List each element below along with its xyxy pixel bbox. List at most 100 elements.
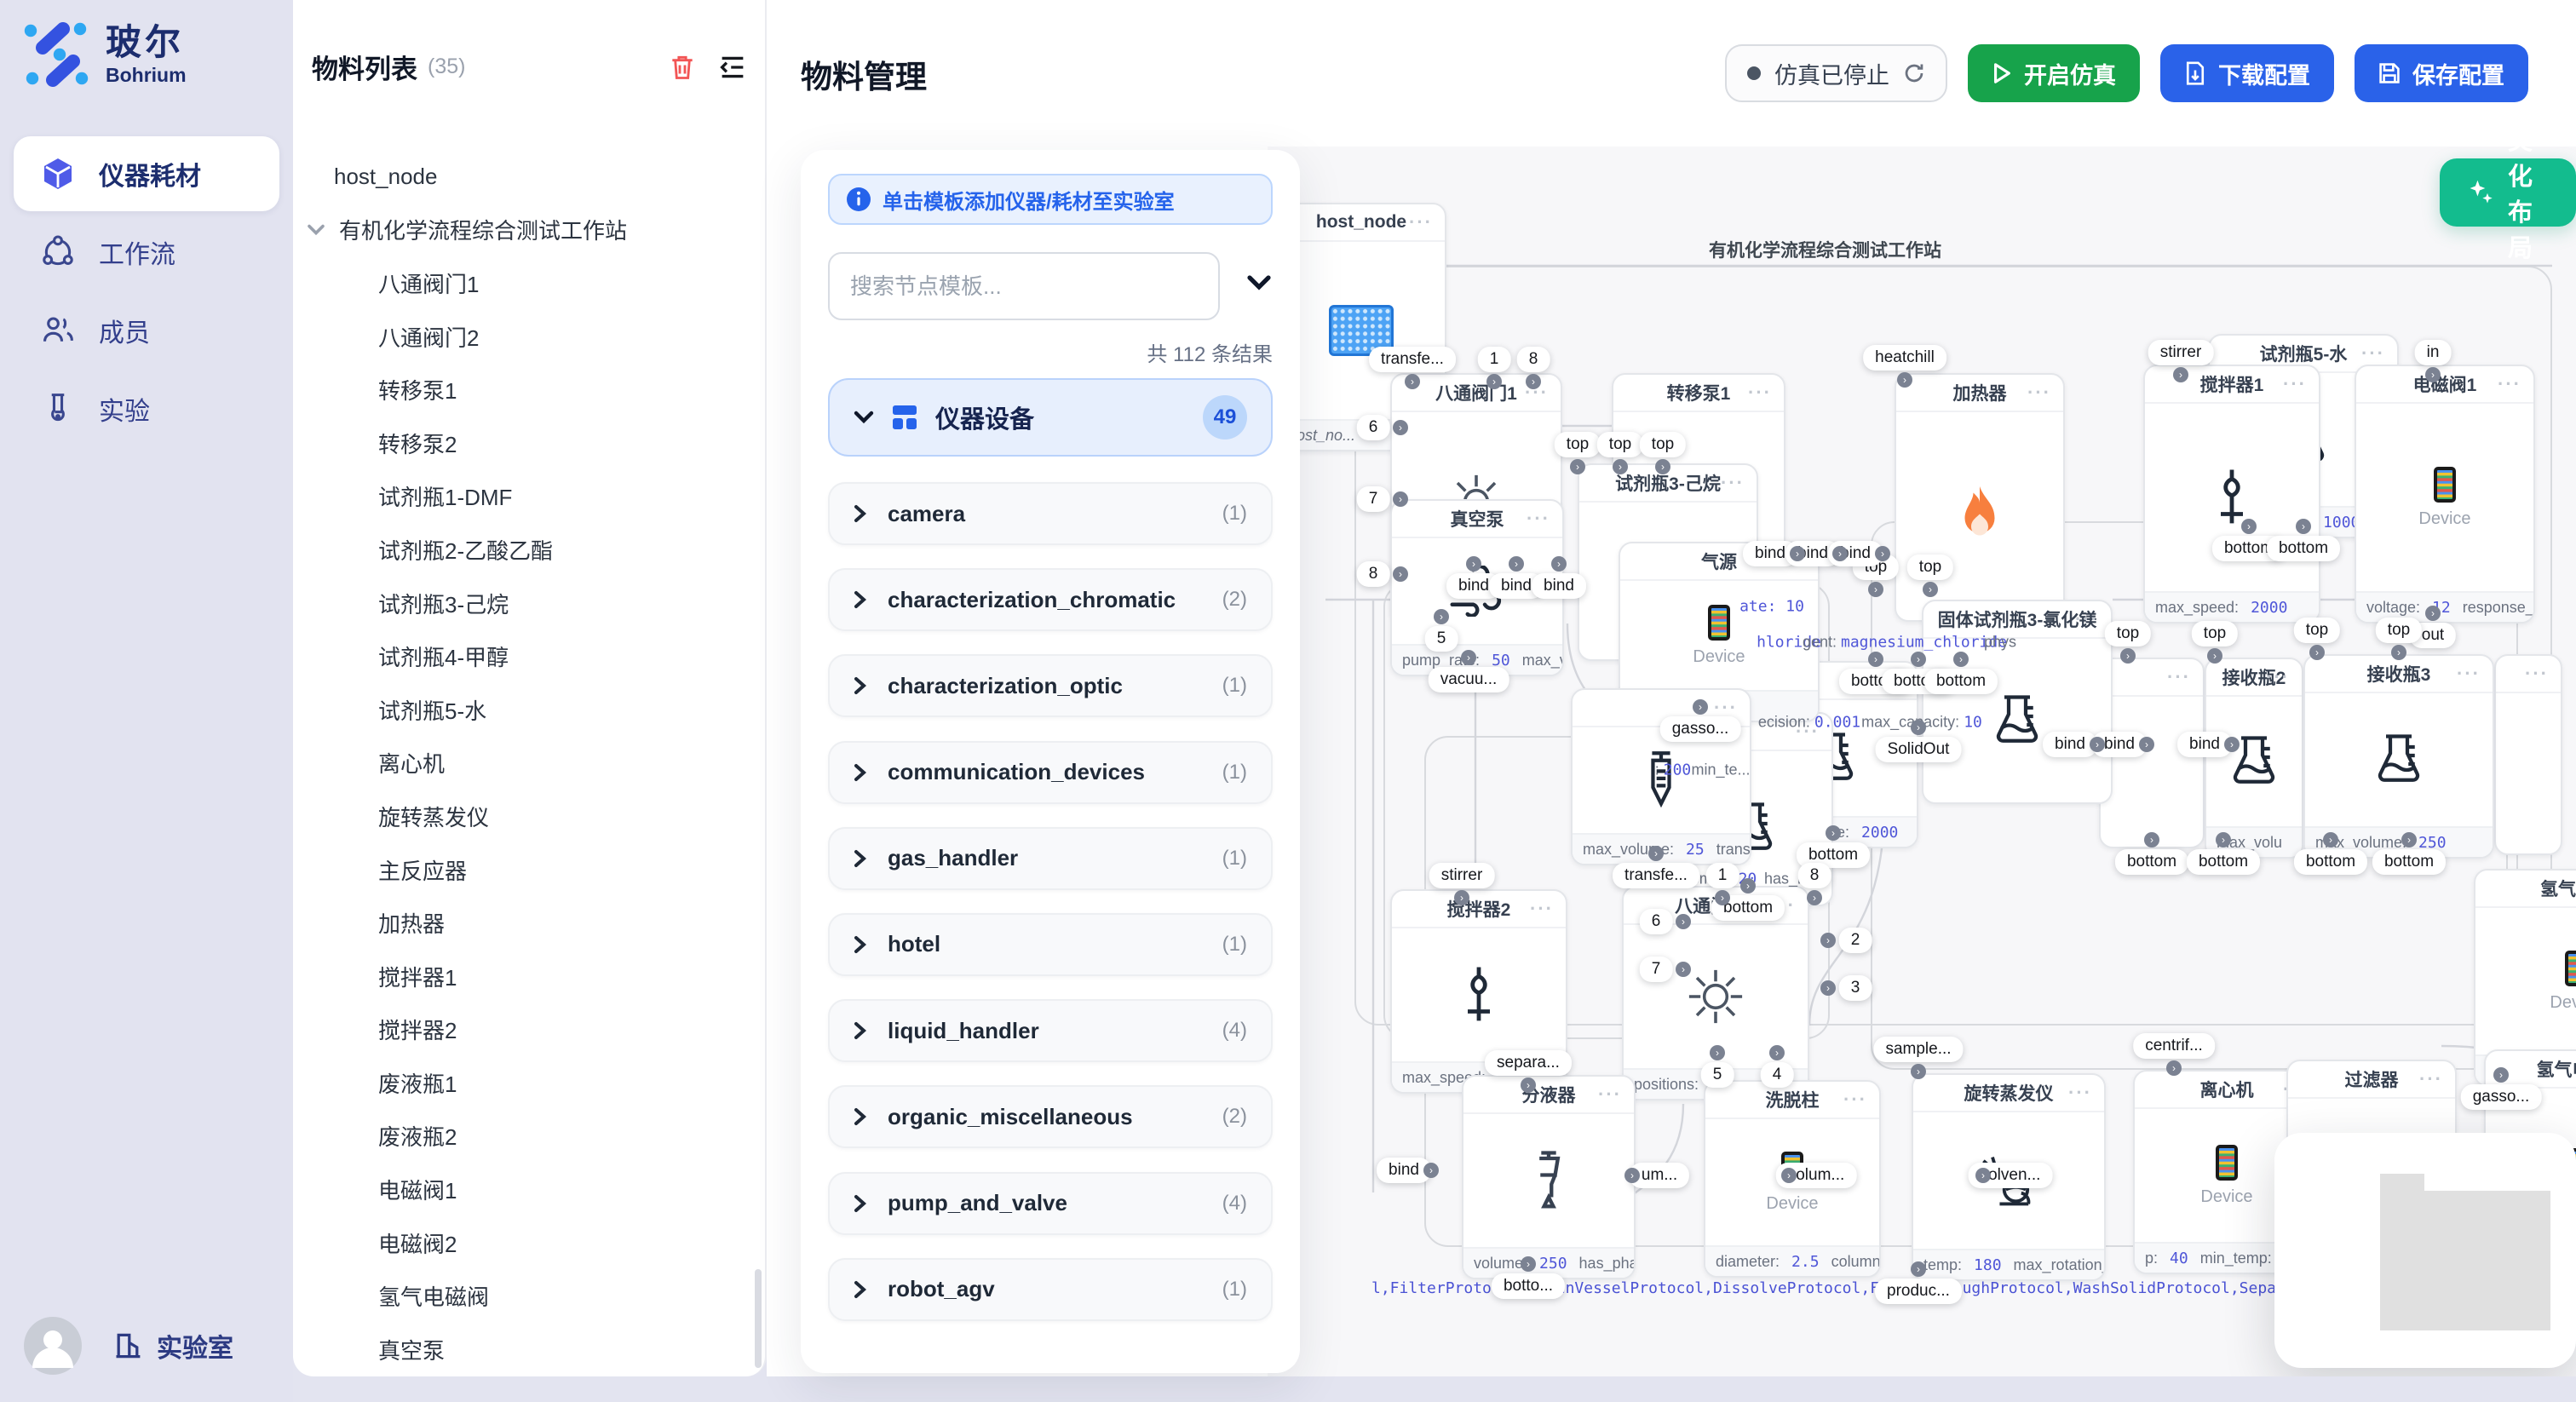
category-item-robot_agv[interactable]: robot_agv(1) [828, 1258, 1273, 1321]
port-dot-icon[interactable]: › [1710, 1045, 1725, 1060]
port-dot-icon[interactable]: › [2493, 1067, 2509, 1083]
port-dot-icon[interactable]: › [1466, 556, 1481, 572]
sidebar-item-instruments[interactable]: 仪器耗材 [14, 136, 279, 211]
port-dot-icon[interactable]: › [1434, 609, 1449, 624]
port-pill-bottom[interactable]: bottom [2187, 849, 2260, 875]
node-menu-icon[interactable]: ··· [2283, 373, 2307, 395]
port-dot-icon[interactable]: › [2224, 737, 2240, 752]
canvas-node-solid-reagent-bottle-3[interactable]: 固体试剂瓶3-氯化镁··· [1922, 600, 2113, 804]
port-pill-stirrer[interactable]: stirrer [1429, 863, 1495, 888]
port-dot-icon[interactable]: › [1521, 1256, 1536, 1272]
port-dot-icon[interactable]: › [1875, 546, 1890, 561]
tree-item[interactable]: 搅拌器1 [293, 950, 755, 1003]
canvas-node-solenoid-valve-1[interactable]: 电磁阀1···Devicevoltage:12response_time:0.1 [2355, 365, 2535, 623]
tree-item[interactable]: 搅拌器2 [293, 1003, 755, 1057]
port-pill-1[interactable]: 1 [1706, 863, 1739, 888]
port-dot-icon[interactable]: › [1953, 652, 1969, 667]
port-pill-8[interactable]: 8 [1798, 863, 1831, 888]
port-pill-8[interactable]: 8 [1517, 347, 1550, 372]
tree-item[interactable]: 加热器 [293, 896, 755, 950]
port-dot-icon[interactable]: › [1461, 650, 1476, 665]
beautify-layout-button[interactable]: 美化布局 [2440, 158, 2576, 227]
port-dot-icon[interactable]: › [1832, 546, 1848, 561]
category-header-instruments[interactable]: 仪器设备 49 [828, 378, 1273, 457]
port-dot-icon[interactable]: › [1923, 582, 1938, 597]
port-pill-top[interactable]: top [1555, 432, 1601, 457]
tree-item[interactable]: 电磁阀1 [293, 1163, 755, 1216]
port-pill-centrif[interactable]: centrif... [2133, 1033, 2215, 1059]
tree-item[interactable]: 主反应器 [293, 843, 755, 897]
sidebar-item-experiments[interactable]: 实验 [14, 371, 279, 446]
node-canvas[interactable]: 有机化学流程综合测试工作站······试剂瓶5-水···max_volume:1… [1268, 147, 2576, 1376]
tree-item[interactable]: 废液瓶1 [293, 1056, 755, 1110]
port-pill-7[interactable]: 7 [1640, 957, 1673, 982]
tree-item[interactable]: host_node [293, 150, 755, 204]
port-pill-separa[interactable]: separa... [1485, 1050, 1572, 1076]
collapse-chevron-icon[interactable] [1245, 273, 1273, 293]
port-dot-icon[interactable]: › [1820, 980, 1836, 996]
start-simulation-button[interactable]: 开启仿真 [1968, 44, 2140, 102]
port-dot-icon[interactable]: › [2391, 645, 2406, 660]
port-pill-stirrer[interactable]: stirrer [2148, 340, 2214, 365]
node-menu-icon[interactable]: ··· [1530, 898, 1554, 920]
tree-chevron-icon[interactable] [307, 223, 325, 237]
port-pill-6[interactable]: 6 [1640, 909, 1673, 934]
materials-scrollbar[interactable] [755, 1269, 762, 1368]
port-pill-transfe[interactable]: transfe... [1613, 863, 1699, 888]
port-dot-icon[interactable]: › [2401, 832, 2417, 848]
node-menu-icon[interactable]: ··· [1409, 211, 1433, 233]
port-pill-SolidOut[interactable]: SolidOut [1876, 737, 1962, 762]
port-pill-top[interactable]: top [2376, 618, 2422, 643]
tree-item[interactable]: 试剂瓶3-己烷 [293, 577, 755, 630]
port-dot-icon[interactable]: › [1405, 374, 1420, 389]
port-dot-icon[interactable]: › [2173, 367, 2188, 382]
tree-item[interactable]: 转移泵2 [293, 417, 755, 470]
tree-item[interactable]: 氢气电磁阀 [293, 1269, 755, 1323]
port-dot-icon[interactable]: › [1393, 566, 1408, 582]
port-pill-2[interactable]: 2 [1839, 928, 1872, 953]
port-pill-bottom[interactable]: bottom [2372, 849, 2446, 875]
node-menu-icon[interactable]: ··· [2027, 382, 2051, 404]
tree-item[interactable]: 旋转蒸发仪 [293, 790, 755, 843]
category-item-communication_devices[interactable]: communication_devices(1) [828, 741, 1273, 804]
port-dot-icon[interactable]: › [1551, 556, 1567, 572]
port-dot-icon[interactable]: › [1693, 699, 1708, 715]
port-dot-icon[interactable]: › [2120, 648, 2136, 664]
port-dot-icon[interactable]: › [2144, 832, 2159, 848]
port-dot-icon[interactable]: › [1526, 374, 1541, 389]
menu-fold-icon[interactable] [719, 55, 746, 80]
port-pill-4[interactable]: 4 [1761, 1062, 1794, 1088]
category-item-gas_handler[interactable]: gas_handler(1) [828, 827, 1273, 890]
port-pill-botto[interactable]: botto... [1492, 1273, 1565, 1299]
node-menu-icon[interactable]: ··· [2457, 663, 2481, 685]
tree-item[interactable]: 真空泵 [293, 1323, 755, 1376]
port-pill-vacuu[interactable]: vacuu... [1429, 667, 1509, 692]
port-dot-icon[interactable]: › [1826, 825, 1841, 841]
tree-item[interactable]: 电磁阀2 [293, 1216, 755, 1270]
port-pill-top[interactable]: top [1640, 432, 1686, 457]
port-pill-bottom[interactable]: bottom [2115, 849, 2188, 875]
sidebar-item-la b[interactable]: 实验室 [112, 1327, 233, 1365]
port-dot-icon[interactable]: › [2216, 832, 2231, 848]
port-pill-top[interactable]: top [1907, 554, 1953, 580]
port-pill-gasso[interactable]: gasso... [2461, 1084, 2542, 1110]
port-pill-5[interactable]: 5 [1701, 1062, 1734, 1088]
port-dot-icon[interactable]: › [1769, 1045, 1785, 1060]
port-dot-icon[interactable]: › [2425, 367, 2441, 382]
port-pill-bottom[interactable]: bottom [1924, 669, 1998, 694]
node-menu-icon[interactable]: ··· [1527, 508, 1550, 530]
refresh-icon[interactable] [1903, 62, 1925, 84]
port-pill-produc[interactable]: produc... [1875, 1278, 1962, 1304]
port-pill-top[interactable]: top [2105, 621, 2151, 646]
port-pill-top[interactable]: top [2294, 618, 2340, 643]
category-item-characterization_optic[interactable]: characterization_optic(1) [828, 654, 1273, 717]
port-pill-8[interactable]: 8 [1357, 561, 1390, 587]
port-dot-icon[interactable]: › [1975, 1168, 1991, 1183]
node-menu-icon[interactable]: ··· [2266, 666, 2290, 688]
category-item-camera[interactable]: camera(1) [828, 482, 1273, 545]
tree-item[interactable]: 离心机 [293, 737, 755, 790]
port-dot-icon[interactable]: › [1454, 890, 1469, 905]
node-menu-icon[interactable]: ··· [1843, 1089, 1867, 1111]
canvas-node-stirrer-1[interactable]: 搅拌器1···max_speed:2000 [2143, 365, 2320, 623]
port-pill-5[interactable]: 5 [1425, 626, 1458, 652]
